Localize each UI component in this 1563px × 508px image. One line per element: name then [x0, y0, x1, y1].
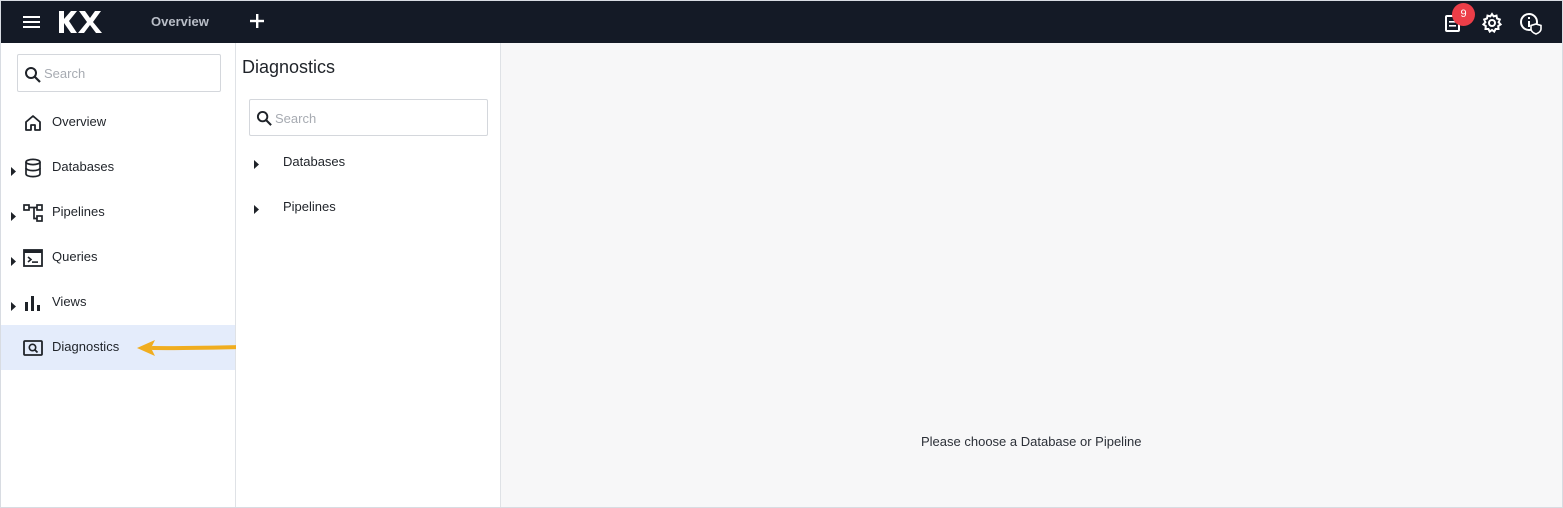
sidebar-item-overview[interactable]: Overview: [1, 100, 235, 145]
caret-right-icon[interactable]: [254, 156, 260, 169]
bar-chart-icon: [22, 292, 44, 314]
diagnostics-search-input[interactable]: [275, 107, 480, 129]
sidebar-item-label: Databases: [52, 159, 115, 174]
sidebar-search-input[interactable]: [44, 62, 214, 84]
search-icon: [256, 110, 273, 127]
sidebar: Overview Databases Pipelines: [1, 43, 236, 507]
caret-right-icon[interactable]: [11, 208, 17, 221]
notification-badge: 9: [1452, 3, 1475, 26]
sidebar-item-label: Views: [52, 294, 87, 309]
sidebar-item-queries[interactable]: Queries: [1, 235, 235, 280]
sidebar-item-views[interactable]: Views: [1, 280, 235, 325]
sidebar-item-label: Pipelines: [52, 204, 105, 219]
caret-right-icon[interactable]: [11, 163, 17, 176]
diagnostics-icon: [22, 337, 44, 359]
info-shield-icon[interactable]: [1519, 11, 1543, 35]
tree-item-databases[interactable]: Databases: [236, 144, 500, 178]
search-icon: [24, 66, 42, 84]
menu-icon[interactable]: [21, 13, 43, 31]
sidebar-item-label: Queries: [52, 249, 98, 264]
sidebar-item-pipelines[interactable]: Pipelines: [1, 190, 235, 235]
sidebar-item-diagnostics[interactable]: Diagnostics: [1, 325, 235, 370]
tab-overview[interactable]: Overview: [151, 14, 209, 29]
sidebar-item-label: Overview: [52, 114, 107, 129]
database-icon: [22, 157, 44, 179]
terminal-icon: [22, 247, 44, 269]
empty-state-message: Please choose a Database or Pipeline: [921, 434, 1142, 449]
sidebar-item-databases[interactable]: Databases: [1, 145, 235, 190]
main-content: Please choose a Database or Pipeline: [501, 43, 1562, 507]
pipeline-icon: [22, 202, 44, 224]
sidebar-search[interactable]: [17, 54, 221, 92]
tree-item-pipelines[interactable]: Pipelines: [236, 189, 500, 223]
panel-title: Diagnostics: [242, 57, 336, 77]
caret-right-icon[interactable]: [11, 253, 17, 266]
settings-gear-icon[interactable]: [1480, 11, 1504, 35]
kx-logo[interactable]: [58, 10, 106, 34]
caret-right-icon[interactable]: [254, 201, 260, 214]
sidebar-item-label: Diagnostics: [52, 339, 120, 354]
diagnostics-search[interactable]: [249, 99, 488, 136]
add-tab-icon[interactable]: [247, 10, 267, 32]
top-bar: Overview 9: [1, 1, 1562, 43]
tree-item-label: Databases: [283, 154, 346, 169]
caret-right-icon[interactable]: [11, 298, 17, 311]
home-icon: [22, 112, 44, 134]
app-window: Overview 9 Search Overview Databases Pip…: [0, 0, 1563, 508]
tree-item-label: Pipelines: [283, 199, 336, 214]
diagnostics-panel: Diagnostics Databases Pipelines: [236, 43, 501, 507]
